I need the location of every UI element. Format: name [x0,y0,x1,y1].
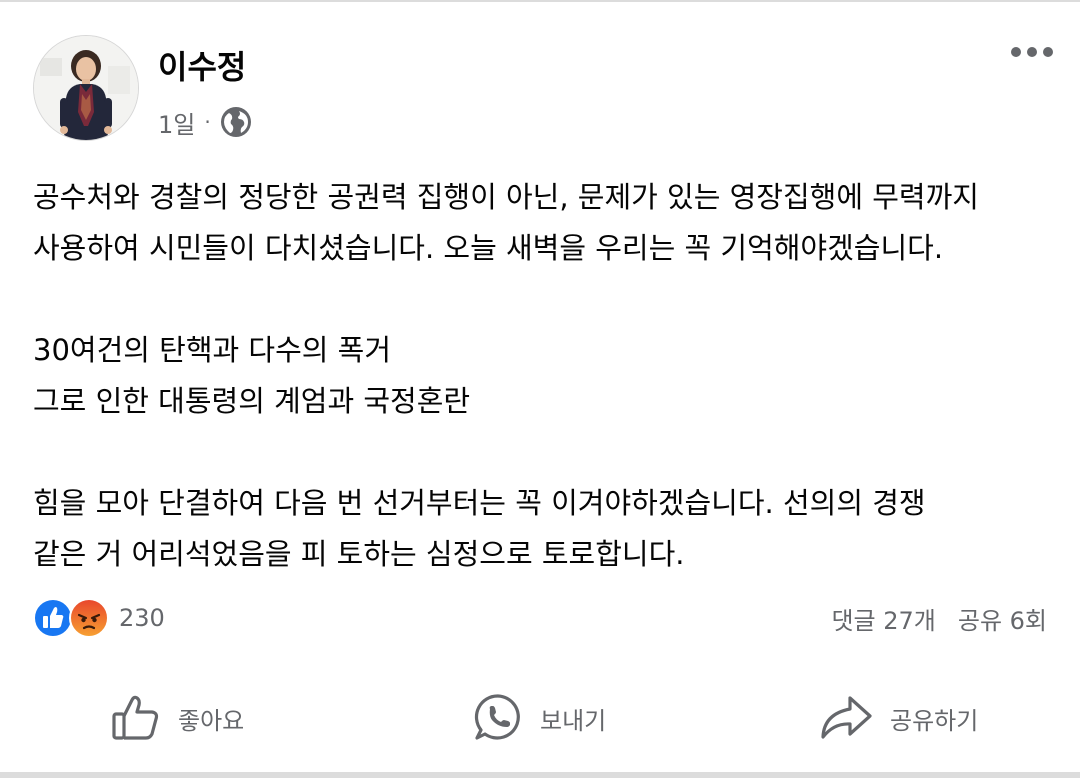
more-dot [1043,47,1053,57]
share-button[interactable]: 공유하기 [818,688,978,748]
more-dot [1027,47,1037,57]
like-button[interactable]: 좋아요 [110,688,244,748]
post-timestamp[interactable]: 1일 [158,105,195,140]
post-text-line: 사용하여 시민들이 다치셨습니다. 오늘 새벽을 우리는 꼭 기억해야겠습니다. [33,231,944,265]
share-arrow-icon [821,696,872,739]
more-options-icon[interactable] [1011,47,1053,57]
meta-separator: · [204,110,211,134]
angry-reaction-icon [69,598,109,638]
post-meta: 1일 · [158,105,252,139]
author-name[interactable]: 이수정 [158,42,246,88]
globe-icon[interactable] [220,106,252,138]
comment-count[interactable]: 댓글 27개 [831,601,935,636]
more-dot [1011,47,1021,57]
like-reaction-icon [33,598,73,638]
send-button[interactable]: 보내기 [472,688,606,748]
post-text-line: 30여건의 탄핵과 다수의 폭거 [33,333,392,367]
share-count[interactable]: 공유 6회 [958,601,1047,636]
post-text-line: 같은 거 어리석었음을 피 토하는 심정으로 토로합니다. [33,537,685,571]
post-text-line: 공수처와 경찰의 정당한 공권력 집행이 아닌, 문제가 있는 영장집행에 무력… [33,180,979,214]
avatar-photo [34,36,138,140]
post-text: 공수처와 경찰의 정당한 공권력 집행이 아닌, 문제가 있는 영장집행에 무력… [33,172,1053,580]
whatsapp-icon [474,694,520,740]
post-text-line: 힘을 모아 단결하여 다음 번 선거부터는 꼭 이겨야하겠습니다. 선의의 경쟁 [33,486,926,520]
like-button-label: 좋아요 [178,706,245,735]
post-text-line: 그로 인한 대통령의 계엄과 국정혼란 [33,384,471,418]
reaction-count: 230 [119,604,165,632]
author-avatar[interactable] [33,35,139,141]
thumbs-up-icon [112,695,159,740]
engagement-stats: 댓글 27개 공유 6회 [831,600,1047,636]
facebook-post: 이수정 1일 · 공수처와 경찰의 정당한 공권력 집행이 아닌, 문제가 있는… [0,0,1080,778]
share-button-label: 공유하기 [890,706,979,735]
bottom-divider [0,772,1080,778]
reactions-summary[interactable]: 230 [33,598,165,638]
send-button-label: 보내기 [540,706,607,735]
